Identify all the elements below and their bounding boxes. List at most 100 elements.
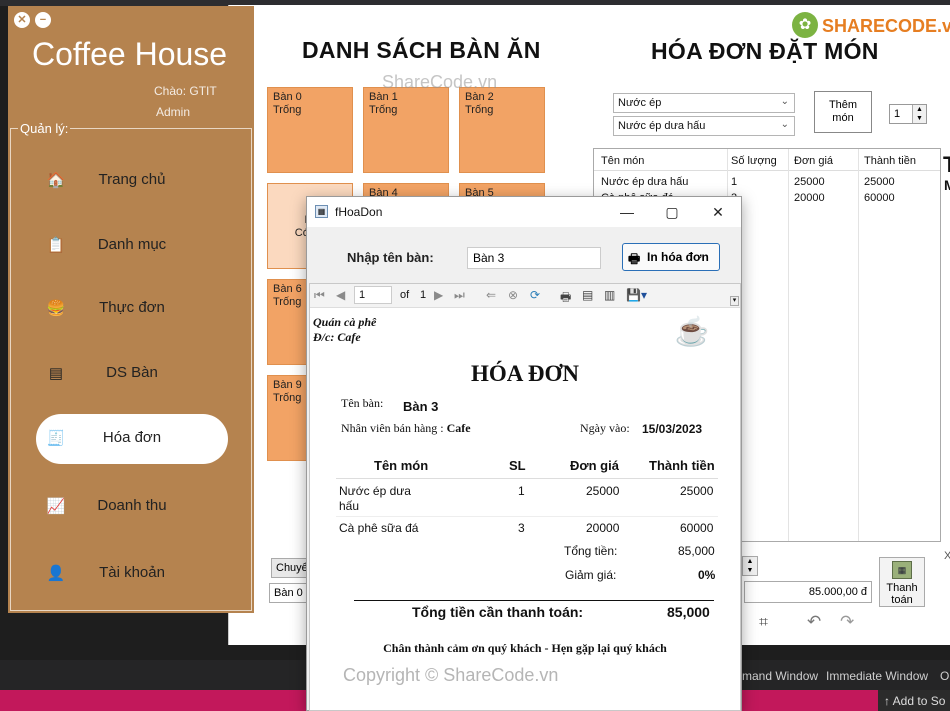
ide-tab[interactable]: mand Window bbox=[742, 669, 818, 683]
redo-icon[interactable]: ↷ bbox=[840, 612, 854, 632]
invoice-item-name: Nước ép dưa hấu bbox=[339, 484, 411, 514]
grand-total-label: Tổng tiền cần thanh toán: bbox=[412, 604, 584, 620]
sidebar-item-invoice[interactable]: 🧾 Hóa đơn bbox=[36, 414, 228, 464]
sidebar-item-label: DS Bàn bbox=[106, 364, 158, 381]
table-name-input[interactable]: Bàn 3 bbox=[467, 247, 601, 269]
minimize-icon[interactable]: — bbox=[612, 201, 642, 223]
undo-icon[interactable]: ↶ bbox=[807, 612, 821, 632]
back-icon[interactable]: ⇐ bbox=[486, 288, 496, 302]
table-status: Trống bbox=[369, 104, 398, 116]
print-layout-icon[interactable]: ▤ bbox=[582, 288, 593, 302]
maximize-icon[interactable]: ▢ bbox=[657, 201, 687, 223]
stop-icon[interactable]: ⊗ bbox=[508, 288, 518, 302]
item-name-line: hấu bbox=[339, 499, 360, 513]
shop-name: Quán cà phê bbox=[313, 315, 377, 329]
add-button-line1: Thêm bbox=[828, 99, 858, 111]
ide-tab[interactable]: Immediate Window bbox=[826, 669, 928, 683]
arrow-up-icon: ↑ bbox=[884, 694, 893, 708]
item-name-line: Nước ép dưa bbox=[339, 484, 411, 498]
add-to-source-control[interactable]: ↑ Add to So bbox=[878, 690, 950, 711]
sidebar-item-category[interactable]: 📋 Danh mục bbox=[36, 221, 228, 271]
page-setup-icon[interactable]: ▥ bbox=[604, 288, 615, 302]
table-tile[interactable]: Bàn 2 Trống bbox=[459, 87, 545, 173]
tables-title: DANH SÁCH BÀN ĂN bbox=[302, 37, 541, 63]
date-value: 15/03/2023 bbox=[642, 422, 703, 436]
refresh-icon[interactable]: ⟳ bbox=[530, 288, 540, 302]
grid-header-qty: Số lượng bbox=[731, 155, 777, 167]
staff-value: Cafe bbox=[446, 421, 471, 435]
discount-value: 0% bbox=[698, 568, 716, 582]
header-divider bbox=[336, 478, 718, 479]
export-icon[interactable]: 💾▾ bbox=[626, 288, 647, 302]
staff-label: Nhân viên bán hàng : bbox=[341, 421, 444, 435]
switch-table-button[interactable]: Chuyể bbox=[271, 558, 311, 578]
cropped-label: M bbox=[944, 177, 950, 193]
quantity-stepper[interactable]: 1 ▲ ▼ bbox=[889, 104, 927, 124]
last-page-icon[interactable]: ⏭ bbox=[454, 288, 465, 303]
print-button-label: In hóa đơn bbox=[647, 250, 709, 264]
minimize-icon[interactable]: − bbox=[35, 12, 51, 28]
invoice-header-name: Tên món bbox=[374, 458, 429, 473]
form-icon: ▦ bbox=[315, 205, 328, 218]
close-icon[interactable]: ✕ bbox=[703, 201, 733, 223]
grid-header-price: Đơn giá bbox=[794, 155, 834, 167]
sidebar-item-tables[interactable]: ▤ DS Bàn bbox=[36, 349, 228, 399]
shop-address: Đ/c: Cafe bbox=[313, 330, 361, 344]
table-name-label: Nhập tên bàn: bbox=[347, 250, 434, 265]
table-tile[interactable]: Bàn 1 Trống bbox=[363, 87, 449, 173]
grid-cell: 60000 bbox=[864, 192, 895, 204]
thank-you-note: Chân thành cảm ơn quý khách - Hẹn gặp lạ… bbox=[383, 641, 667, 655]
discount-label: Giảm giá: bbox=[565, 568, 617, 582]
sidebar-item-revenue[interactable]: 📈 Doanh thu bbox=[36, 482, 228, 532]
invoice-item-qty: 3 bbox=[518, 521, 525, 535]
discount-stepper[interactable]: ▲ ▼ bbox=[742, 556, 758, 576]
crop-icon[interactable]: ⌗ bbox=[759, 614, 768, 632]
food-select[interactable]: Nước ép dưa hấu ⌄ bbox=[613, 116, 795, 136]
grid-cell: 25000 bbox=[864, 176, 895, 188]
sidebar-item-label: Tài khoản bbox=[99, 564, 165, 581]
print-invoice-button[interactable]: 🖶 In hóa đơn bbox=[622, 243, 720, 271]
coffee-cup-icon: ☕ bbox=[674, 316, 710, 347]
invoice-header-price: Đơn giá bbox=[570, 458, 619, 473]
dialog-title: fHoaDon bbox=[335, 205, 383, 219]
sidebar-item-menu[interactable]: 🍔 Thực đơn bbox=[36, 284, 228, 334]
print-icon[interactable]: 🖶 bbox=[560, 288, 571, 309]
first-page-icon[interactable]: ⏮ bbox=[314, 288, 325, 303]
sidebar-item-label: Trang chủ bbox=[98, 171, 166, 188]
invoice-title: HÓA ĐƠN bbox=[471, 361, 579, 386]
page-number-input[interactable]: 1 bbox=[354, 286, 392, 304]
watermark-text: ShareCode.vn bbox=[382, 72, 498, 92]
subtotal-value: 85,000 bbox=[678, 544, 715, 558]
printer-icon: 🖶 bbox=[628, 251, 641, 266]
quantity-value: 1 bbox=[894, 108, 901, 120]
invoice-item-name: Cà phê sữa đá bbox=[339, 521, 419, 535]
sidebar-item-home[interactable]: 🏠 Trang chủ bbox=[36, 156, 228, 206]
ide-tab[interactable]: O bbox=[940, 669, 949, 683]
grid-divider bbox=[788, 149, 789, 541]
add-to-source-label: Add to So bbox=[892, 694, 946, 708]
page-of-label: of bbox=[400, 289, 410, 301]
total-price-field: 85.000,00 đ bbox=[744, 581, 872, 603]
invoice-header-qty: SL bbox=[509, 458, 526, 473]
chevron-down-icon: ⌄ bbox=[780, 119, 789, 130]
next-page-icon[interactable]: ▶ bbox=[434, 288, 443, 302]
close-icon[interactable]: ✕ bbox=[14, 12, 30, 28]
category-select[interactable]: Nước ép ⌄ bbox=[613, 93, 795, 113]
sharecode-logo-text: SHARECODE.vn bbox=[822, 16, 950, 36]
stepper-arrows-icon[interactable]: ▲ ▼ bbox=[912, 105, 926, 123]
category-select-value: Nước ép bbox=[618, 97, 662, 109]
toolbar-overflow-icon[interactable]: ▾ bbox=[730, 296, 739, 306]
grid-header-name: Tên món bbox=[601, 155, 645, 167]
sidebar-item-label: Danh mục bbox=[97, 236, 167, 253]
invoice-table-label: Tên bàn: bbox=[341, 396, 384, 410]
sidebar-item-account[interactable]: 👤 Tài khoản bbox=[36, 549, 228, 599]
table-tile[interactable]: Bàn 0 Trống bbox=[267, 87, 353, 173]
chevron-down-icon: ⌄ bbox=[780, 96, 789, 107]
invoice-dialog: ▦ fHoaDon — ▢ ✕ Nhập tên bàn: Bàn 3 🖶 In… bbox=[306, 196, 742, 711]
add-food-button[interactable]: Thêm món bbox=[814, 91, 872, 133]
sidebar-item-label: Doanh thu bbox=[97, 497, 167, 514]
prev-page-icon[interactable]: ◀ bbox=[336, 288, 345, 302]
pay-button[interactable]: ▦ Thanh toán bbox=[879, 557, 925, 607]
table-status: Trống bbox=[273, 104, 302, 116]
invoice-item-amount: 60000 bbox=[680, 521, 714, 535]
